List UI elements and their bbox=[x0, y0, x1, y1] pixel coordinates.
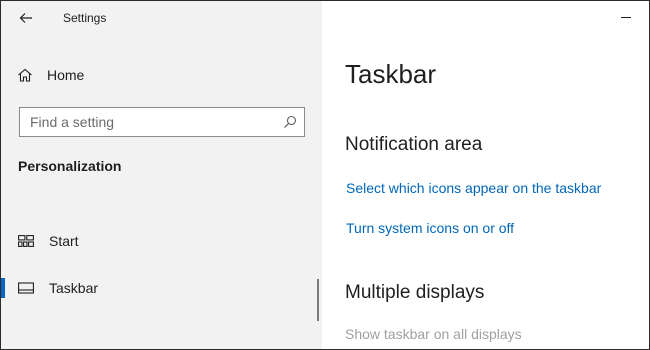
sidebar-item-label: Start bbox=[49, 233, 79, 249]
settings-window: Settings Home Personalization bbox=[0, 0, 650, 350]
search-icon[interactable] bbox=[276, 108, 304, 136]
select-icons-link[interactable]: Select which icons appear on the taskbar bbox=[346, 180, 601, 196]
sidebar-scrollbar[interactable] bbox=[317, 279, 319, 321]
search-input[interactable] bbox=[20, 108, 276, 136]
page-title: Taskbar bbox=[345, 59, 437, 89]
taskbar-icon bbox=[17, 281, 35, 295]
minimize-icon bbox=[621, 16, 631, 18]
home-icon bbox=[18, 68, 32, 82]
selected-indicator bbox=[1, 278, 5, 298]
start-icon bbox=[17, 234, 35, 248]
notification-area-heading: Notification area bbox=[345, 134, 483, 155]
main-content: Taskbar Notification area Select which i… bbox=[322, 1, 649, 349]
sidebar-item-label: Taskbar bbox=[49, 280, 99, 296]
system-icons-link[interactable]: Turn system icons on or off bbox=[346, 220, 514, 236]
sidebar-item-start[interactable]: Start bbox=[1, 224, 322, 258]
back-arrow-icon bbox=[19, 13, 32, 23]
sidebar-item-taskbar[interactable]: Taskbar bbox=[1, 271, 322, 305]
minimize-button[interactable] bbox=[615, 7, 637, 27]
search-box[interactable] bbox=[19, 107, 305, 137]
sidebar-item-home[interactable]: Home bbox=[17, 63, 84, 87]
home-label: Home bbox=[47, 67, 85, 83]
sidebar: Settings Home Personalization bbox=[1, 1, 322, 349]
section-heading: Personalization bbox=[18, 158, 122, 174]
app-title: Settings bbox=[63, 11, 107, 25]
multiple-displays-heading: Multiple displays bbox=[345, 282, 485, 303]
show-taskbar-all-displays-label: Show taskbar on all displays bbox=[345, 326, 522, 342]
back-button[interactable] bbox=[13, 7, 39, 29]
